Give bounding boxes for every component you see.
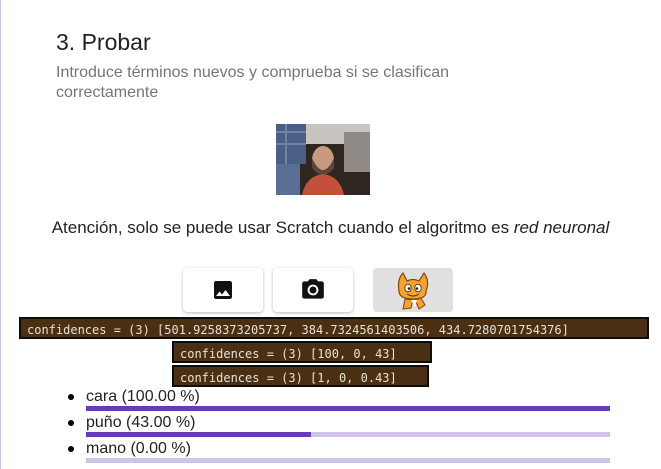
image-input-button[interactable] [183, 268, 263, 312]
result-label: puño (43.00 %) [86, 414, 196, 431]
notice-emphasis: red neuronal [513, 218, 610, 237]
confidence-bar-fill [86, 406, 610, 411]
scratch-notice: Atención, solo se puede usar Scratch cua… [0, 218, 661, 238]
result-item: puño (43.00 %) [66, 412, 626, 438]
camera-icon [302, 279, 324, 299]
section-subtitle: Introduce términos nuevos y comprueba si… [56, 64, 450, 101]
section-title: 3. Probar [56, 29, 151, 55]
result-item: cara (100.00 %) [66, 386, 626, 412]
webcam-frame-image [276, 124, 370, 195]
confidence-bar [86, 432, 610, 437]
result-item: mano (0.00 %) [66, 438, 626, 464]
console-line: confidences = (3) [1, 0, 0.43] [172, 365, 429, 387]
image-icon [214, 281, 232, 299]
confidence-bar [86, 458, 610, 463]
confidence-bar-fill [86, 432, 312, 437]
webcam-preview [276, 124, 370, 195]
bullet-icon [68, 394, 74, 400]
confidence-bar [86, 406, 610, 411]
result-label: cara (100.00 %) [86, 388, 200, 405]
scratch-cat-icon [397, 271, 429, 310]
notice-text: Atención, solo se puede usar Scratch cua… [51, 218, 514, 237]
classification-results: cara (100.00 %) puño (43.00 %) mano (0.0… [66, 386, 626, 464]
console-line: confidences = (3) [501.9258373205737, 38… [19, 317, 649, 339]
webcam-input-button[interactable] [273, 268, 353, 312]
bullet-icon [68, 420, 74, 426]
console-line: confidences = (3) [100, 0, 43] [172, 341, 432, 363]
scratch-input-button[interactable] [373, 268, 453, 312]
result-label: mano (0.00 %) [86, 440, 191, 457]
bullet-icon [68, 446, 74, 452]
